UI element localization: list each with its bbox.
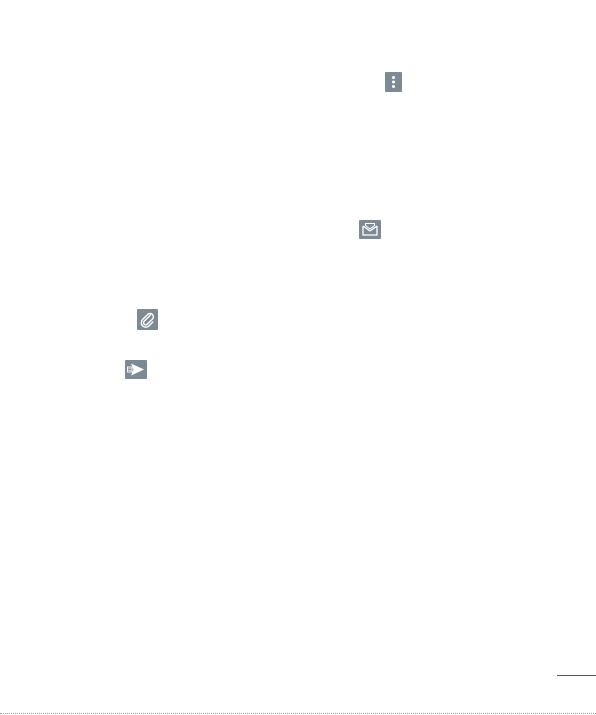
page-number-rule: [557, 675, 596, 676]
mail-icon: [359, 220, 381, 239]
page-bottom-edge: [0, 713, 596, 714]
manual-page: [0, 0, 596, 715]
send-icon: [125, 360, 147, 379]
attach-icon: [137, 309, 158, 330]
more-options-icon: [385, 72, 402, 92]
